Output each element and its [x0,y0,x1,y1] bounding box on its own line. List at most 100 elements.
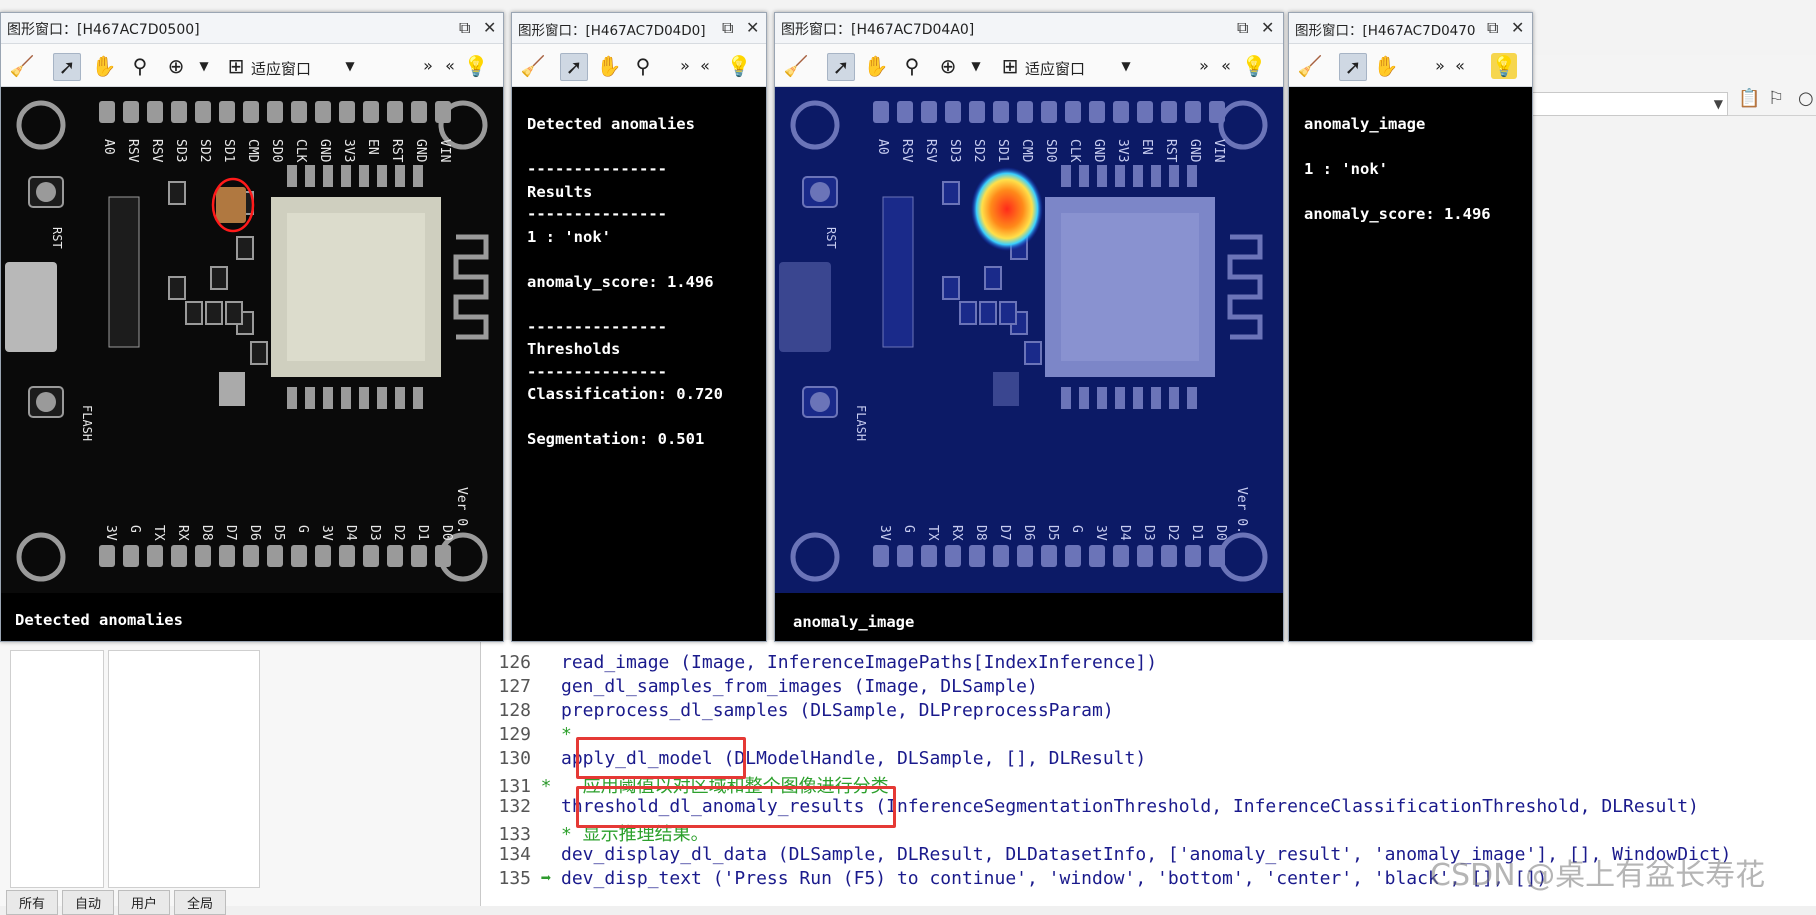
line-number: 135 [498,868,531,889]
tab-user[interactable]: 用户 [118,890,171,915]
module-pad [413,387,423,409]
hand-icon[interactable]: ✋ [1373,53,1399,79]
header-pin [1041,545,1057,567]
close-icon[interactable]: ✕ [483,18,496,37]
chevron-left-double-icon[interactable]: « [692,53,718,79]
code-line[interactable]: 128 preprocess_dl_samples (DLSample, DLPr… [481,700,1113,724]
search-icon[interactable]: ○ [1798,88,1814,109]
pcb-silkscreen-label: G [1069,525,1084,533]
pcb-silkscreen-label: D0 [1213,525,1228,541]
graphics-canvas[interactable]: anomaly_image 1 : 'nok' anomaly_score: 1.4… [1289,87,1532,641]
code-text: read_image (Image, InferenceImagePaths[I… [561,652,1158,673]
header-pin [243,545,259,567]
restore-icon[interactable]: ⧉ [1487,18,1498,38]
bulb-icon[interactable]: 💡 [1491,53,1517,79]
broom-icon[interactable]: 🧹 [1297,53,1323,79]
restore-icon[interactable]: ⧉ [722,18,733,38]
chevron-down-icon[interactable]: ▼ [963,53,989,79]
header-pin [315,101,331,123]
fit-window-label[interactable]: 适应窗口 [1025,58,1085,79]
magnifier-icon[interactable]: ⚲ [899,53,925,79]
hand-icon[interactable]: ✋ [596,53,622,79]
regulator [219,372,245,406]
module-pad [305,387,315,409]
pcb-silkscreen-label: D8 [199,525,214,541]
header-pin [1065,545,1081,567]
window-title-bar[interactable]: 图形窗口：[H467AC7D04D0] ⧉ ✕ [512,13,766,44]
graphics-window-1[interactable]: 图形窗口：[H467AC7D0500] ⧉ ✕ 🧹 ➚ ✋ ⚲ ⊕ ▼ ⊞ 适应… [0,12,504,642]
bulb-icon[interactable]: 💡 [463,53,489,79]
chevron-down-icon[interactable]: ▼ [1714,97,1723,111]
graphics-window-2[interactable]: 图形窗口：[H467AC7D04D0] ⧉ ✕ 🧹 ➚ ✋ ⚲ » « 💡 De… [511,12,767,642]
chevron-down-icon[interactable]: ▼ [191,53,217,79]
right-combo-box[interactable]: ▼ [1530,92,1728,116]
pcb-silkscreen-label: D8 [973,525,988,541]
magnifier-icon[interactable]: ⚲ [630,53,656,79]
pointer-icon[interactable]: ➚ [827,53,855,81]
graphics-canvas[interactable]: A0 RSV RSV SD3 SD2 SD1 CMD SD0 CLK GND 3V3 EN RST GND… [1,87,503,641]
chevron-down-icon[interactable]: ▼ [337,53,363,79]
code-line[interactable]: 126 read_image (Image, InferenceImagePath… [481,652,1157,676]
pointer-icon[interactable]: ➚ [1339,53,1367,81]
tab-global[interactable]: 全局 [174,890,227,915]
graphics-canvas[interactable]: A0 RSV RSV SD3 SD2 SD1 CMD SD0 CLK GND 3V3 EN RST GND… [775,87,1283,641]
window-title-bar[interactable]: 图形窗口：[H467AC7D0470 ⧉ ✕ [1289,13,1532,44]
header-pin [315,545,331,567]
smd-component [250,341,268,365]
smd-component [979,301,997,325]
broom-icon[interactable]: 🧹 [520,53,546,79]
paste-icon[interactable]: 📋 [1738,88,1760,109]
restore-icon[interactable]: ⧉ [459,18,470,38]
pcb-silkscreen-label: 3V [103,525,118,541]
header-pin [993,101,1009,123]
fit-window-icon[interactable]: ⊞ [223,53,249,79]
close-icon[interactable]: ✕ [1261,18,1274,37]
code-text: gen_dl_samples_from_images (Image, DLSam… [561,676,1038,697]
canvas-text-line: Thresholds [527,340,621,358]
restore-icon[interactable]: ⧉ [1237,18,1248,38]
broom-icon[interactable]: 🧹 [783,53,809,79]
hand-icon[interactable]: ✋ [863,53,889,79]
pcb-silkscreen-label: CMD [1019,139,1034,163]
canvas-text-line: Classification: 0.720 [527,385,723,403]
bulb-icon[interactable]: 💡 [726,53,752,79]
broom-icon[interactable]: 🧹 [9,53,35,79]
smd-component [942,181,960,205]
window-title-bar[interactable]: 图形窗口：[H467AC7D04A0] ⧉ ✕ [775,13,1283,44]
module-pad [1079,387,1089,409]
zoom-in-icon[interactable]: ⊕ [935,53,961,79]
fit-window-icon[interactable]: ⊞ [997,53,1023,79]
pcb-silkscreen-label: A0 [875,139,890,155]
canvas-text-line: --------------- [527,205,667,223]
graphics-window-3[interactable]: 图形窗口：[H467AC7D04A0] ⧉ ✕ 🧹 ➚ ✋ ⚲ ⊕ ▼ ⊞ 适应… [774,12,1284,642]
code-line[interactable]: 129 * [481,724,571,748]
zoom-in-icon[interactable]: ⊕ [163,53,189,79]
pointer-icon[interactable]: ➚ [53,53,81,81]
magnifier-icon[interactable]: ⚲ [127,53,153,79]
close-icon[interactable]: ✕ [746,18,759,37]
clear-format-icon[interactable]: ⚐ [1768,88,1784,109]
hand-icon[interactable]: ✋ [91,53,117,79]
header-pin [387,545,403,567]
tab-all[interactable]: 所有 [6,890,59,915]
window-title-bar[interactable]: 图形窗口：[H467AC7D0500] ⧉ ✕ [1,13,503,44]
code-line[interactable]: 135 ➡ dev_disp_text ('Press Run (F5) to co… [481,868,1547,892]
graphics-canvas[interactable]: Detected anomalies --------------- Results… [512,87,766,641]
header-pin [123,545,139,567]
chevron-left-double-icon[interactable]: « [437,53,463,79]
fit-window-label[interactable]: 适应窗口 [251,58,311,79]
code-line[interactable]: 127 gen_dl_samples_from_images (Image, DL… [481,676,1038,700]
usb-connector [5,262,57,352]
pcb-silkscreen-label: SD1 [995,139,1010,162]
chevron-left-double-icon[interactable]: « [1447,53,1473,79]
chevron-down-icon[interactable]: ▼ [1113,53,1139,79]
bulb-icon[interactable]: 💡 [1241,53,1267,79]
close-icon[interactable]: ✕ [1511,18,1524,37]
graphics-window-4[interactable]: 图形窗口：[H467AC7D0470 ⧉ ✕ 🧹 ➚ ✋ » « 💡 anoma… [1288,12,1533,642]
anomaly-image: A0 RSV RSV SD3 SD2 SD1 CMD SD0 CLK GND 3V3 EN RST GND… [775,87,1283,593]
tab-auto[interactable]: 自动 [62,890,115,915]
chevron-left-double-icon[interactable]: « [1213,53,1239,79]
pointer-icon[interactable]: ➚ [560,53,588,81]
operator-panel [300,640,481,906]
pcb-silkscreen-label: D7 [223,525,238,541]
